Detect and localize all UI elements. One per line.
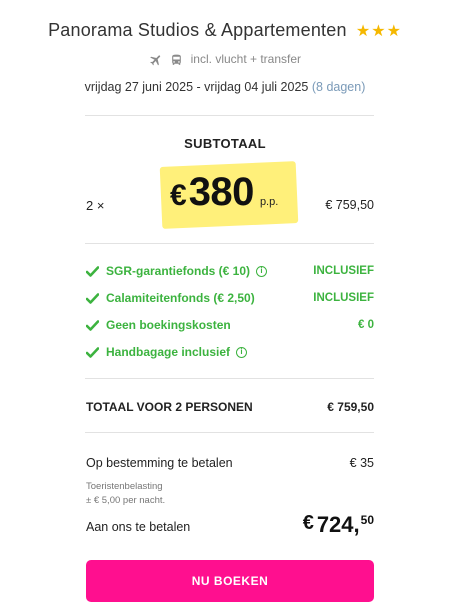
payment-label: Aan ons te betalen [86,520,191,534]
feature-label: SGR-garantiefonds (€ 10) [106,264,251,278]
payment-whole: 724, [316,512,360,537]
duration: (8 dagen) [311,80,366,94]
check-icon [86,265,100,277]
total-row: TOTAAL VOOR 2 PERSONEN € 759,50 [86,400,374,414]
bus-icon [170,53,183,67]
feature-value: INCLUSIEF [313,292,374,304]
feature-label: Calamiteitenfonds (€ 2,50) [106,291,255,305]
subtotal-heading: SUBTOTAAL [184,136,266,151]
total-label: TOTAAL VOOR 2 PERSONEN [86,400,253,414]
quantity: 2 × [86,198,105,213]
payment-amount: € 724, 50 [303,512,374,538]
star-rating: ★★★ [355,23,402,40]
price-currency: € [170,179,187,212]
check-icon [86,319,100,331]
hotel-title: Panorama Studios & Appartementen ★★★ [0,20,450,41]
check-icon [86,346,100,358]
price-per-person: € 380 p.p. [170,170,278,215]
tourist-tax-note: Toeristenbelasting ± € 5,00 per nacht. [86,480,165,508]
destination-value: € 35 [349,456,374,470]
date-range: vrijdag 27 juni 2025 - vrijdag 04 juli 2… [84,80,309,94]
feature-value: INCLUSIEF [313,265,374,277]
feature-row: Calamiteitenfonds (€ 2,50) INCLUSIEF [86,290,374,306]
divider [85,378,374,379]
divider [85,432,374,433]
divider [85,243,374,244]
info-icon[interactable]: i [256,265,268,277]
feature-value: € 0 [358,319,374,331]
info-icon[interactable]: i [236,346,248,358]
divider [85,115,374,116]
transport-info: incl. vlucht + transfer [0,52,450,67]
plane-icon [149,53,163,67]
transport-label: incl. vlucht + transfer [190,52,302,66]
travel-dates: vrijdag 27 juni 2025 - vrijdag 04 juli 2… [0,80,450,94]
subtotal-amount: € 759,50 [325,198,374,212]
payment-row: Aan ons te betalen € 724, 50 [86,512,374,538]
destination-payment-row: Op bestemming te betalen € 35 [86,456,374,470]
destination-label: Op bestemming te betalen [86,456,233,470]
feature-row: Handbagage inclusief i [86,344,374,360]
total-value: € 759,50 [327,400,374,414]
feature-label: Geen boekingskosten [106,318,231,332]
book-now-button[interactable]: NU BOEKEN [86,560,374,602]
check-icon [86,292,100,304]
hotel-name: Panorama Studios & Appartementen [48,20,347,40]
feature-row: SGR-garantiefonds (€ 10) i INCLUSIEF [86,263,374,279]
tax-title: Toeristenbelasting [86,481,163,492]
payment-currency: € [302,512,314,534]
pp-label: p.p. [259,196,279,208]
payment-cents: 50 [360,513,374,527]
price-amount: 380 [188,170,255,214]
tax-rate: ± € 5,00 per nacht. [86,495,166,506]
feature-row: Geen boekingskosten € 0 [86,317,374,333]
feature-label: Handbagage inclusief [106,345,231,359]
